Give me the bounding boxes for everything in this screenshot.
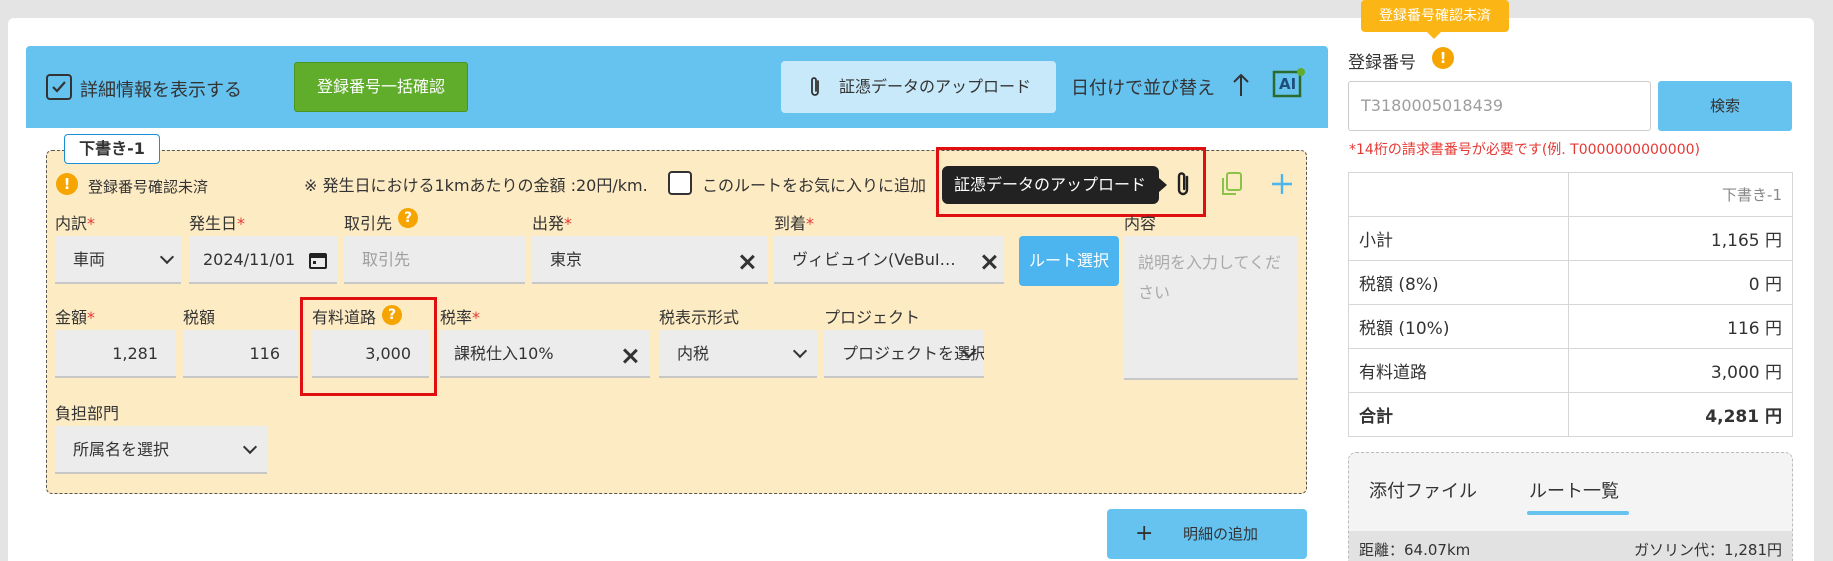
add-detail-button[interactable]: + 明細の追加 (1107, 509, 1307, 559)
date-label: 発生日* (189, 214, 246, 233)
summary-label: 小計 (1348, 216, 1569, 261)
vendor-input[interactable]: 取引先 (344, 236, 525, 284)
tax-rate-label: 税率* (440, 308, 481, 327)
total-label: 合計 (1348, 392, 1569, 437)
arrow-up-icon[interactable] (1232, 72, 1250, 98)
project-label: プロジェクト (824, 308, 921, 327)
clear-icon[interactable] (738, 253, 756, 271)
route-summary: 距離：64.07km ガソリン代：1,281円 (1349, 531, 1792, 561)
favorite-label: このルートをお気に入りに追加 (702, 176, 927, 195)
departure-label: 出発* (532, 214, 573, 233)
arrival-input[interactable]: ヴィビュイン(VeBuIn)株式会 (774, 236, 1004, 284)
favorite-checkbox[interactable] (668, 171, 692, 195)
search-button[interactable]: 検索 (1658, 81, 1792, 131)
check-icon (52, 81, 66, 93)
tax-display-label: 税表示形式 (659, 308, 740, 327)
add-detail-label: 明細の追加 (1183, 525, 1259, 543)
summary-label: 税額 (10%) (1348, 304, 1569, 349)
favorite-label-wrap: このルートをお気に入りに追加 (702, 172, 946, 196)
department-label: 負担部門 (55, 404, 120, 423)
summary-value: 1,165 円 (1568, 216, 1793, 261)
highlight-toll-box (300, 297, 437, 396)
content-textarea[interactable]: 説明を入力してください (1124, 236, 1298, 380)
tabs-panel: 添付ファイル ルート一覧 距離：64.07km ガソリン代：1,281円 (1348, 452, 1793, 561)
tab-attachments[interactable]: 添付ファイル (1369, 477, 1477, 503)
paperclip-icon (811, 77, 819, 96)
route-select-button[interactable]: ルート選択 (1019, 236, 1119, 286)
total-row: 合計 4,281 円 (1348, 392, 1793, 437)
sort-by-date-label[interactable]: 日付けで並び替え (1071, 74, 1215, 100)
ai-label: AI (1279, 75, 1297, 93)
copy-icon[interactable] (1219, 171, 1243, 197)
table-row: 税額 (10%) 116 円 (1348, 304, 1793, 349)
plus-icon[interactable] (1271, 173, 1293, 195)
tax-display-select[interactable]: 内税 (659, 330, 817, 378)
ai-icon[interactable]: AI (1272, 66, 1306, 102)
tax-rate-select[interactable]: 課税仕入10% (440, 330, 650, 378)
registration-note: *14桁の請求書番号が必要です(例. T0000000000000) (1349, 142, 1700, 158)
clear-icon[interactable] (621, 347, 639, 365)
summary-value: 116 円 (1568, 304, 1793, 349)
summary-value: 0 円 (1568, 260, 1793, 305)
summary-label: 有料道路 (1348, 348, 1569, 393)
tax-label: 税額 (183, 308, 216, 327)
clear-icon[interactable] (980, 253, 998, 271)
warning-icon: ! (1432, 47, 1454, 69)
department-select[interactable]: 所属名を選択 (55, 426, 267, 474)
registration-tooltip: 登録番号確認未済 (1361, 0, 1509, 39)
show-details-checkbox[interactable] (46, 74, 72, 100)
rate-note: ※ 発生日における1kmあたりの金額 :20円/km. (304, 176, 648, 195)
project-select[interactable]: プロジェクトを選択 (824, 330, 984, 378)
vendor-label: 取引先 (344, 214, 393, 233)
upload-button[interactable]: 証憑データのアップロード (781, 61, 1056, 113)
breakdown-label: 内訳* (55, 214, 96, 233)
calendar-icon[interactable] (309, 251, 327, 269)
summary-header: 下書き-1 (1568, 172, 1793, 217)
plus-icon: + (1135, 521, 1154, 546)
warning-icon: ! (56, 173, 78, 195)
active-tab-indicator (1527, 511, 1629, 515)
summary-table: 下書き-1 小計 1,165 円 税額 (8%) 0 円 税額 (10%) 116 円… (1348, 172, 1793, 437)
table-row: 下書き-1 (1348, 172, 1793, 217)
tax-input[interactable]: 116 (183, 330, 298, 378)
arrival-label: 到着* (774, 214, 815, 233)
upload-button-label: 証憑データのアップロード (839, 77, 1032, 96)
total-value: 4,281 円 (1568, 392, 1793, 437)
draft-tag: 下書き-1 (64, 134, 160, 164)
show-details-label: 詳細情報を表示する (80, 80, 242, 101)
gas-cost-text: ガソリン代：1,281円 (1634, 541, 1782, 559)
distance-text: 距離：64.07km (1359, 541, 1471, 559)
table-row: 有料道路 3,000 円 (1348, 348, 1793, 393)
registration-label: 登録番号 (1348, 53, 1416, 73)
summary-label: 税額 (8%) (1348, 260, 1569, 305)
content-label: 内容 (1124, 214, 1157, 233)
toolbar: 詳細情報を表示する 登録番号一括確認 証憑データのアップロード 日付けで並び替え… (26, 46, 1328, 128)
amount-label: 金額* (55, 308, 96, 327)
highlight-upload-box (936, 147, 1206, 217)
table-row: 小計 1,165 円 (1348, 216, 1793, 261)
departure-input[interactable]: 東京 (532, 236, 768, 284)
table-row: 税額 (8%) 0 円 (1348, 260, 1793, 305)
registration-input[interactable]: T3180005018439 (1348, 81, 1651, 131)
tab-route-list[interactable]: ルート一覧 (1529, 477, 1619, 503)
bulk-confirm-button[interactable]: 登録番号一括確認 (294, 62, 468, 112)
summary-value: 3,000 円 (1568, 348, 1793, 393)
help-icon[interactable]: ? (398, 208, 418, 228)
amount-input[interactable]: 1,281 (55, 330, 176, 378)
draft-status: 登録番号確認未済 (88, 178, 209, 196)
